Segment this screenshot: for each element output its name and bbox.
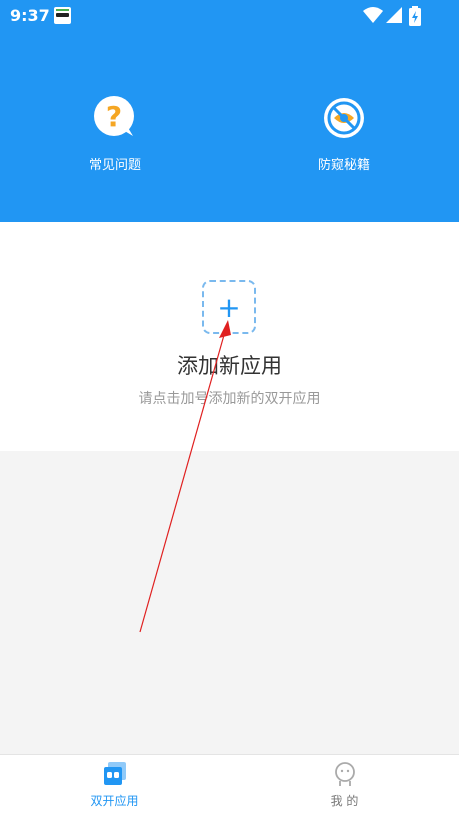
- system-icons: [363, 6, 423, 26]
- faq-label: 常见问题: [88, 158, 141, 173]
- dual-app-icon: [102, 761, 128, 787]
- signal-icon: [386, 7, 402, 23]
- tab-dual-apps-label: 双开应用: [90, 794, 139, 808]
- notification-app-icon: [54, 7, 71, 24]
- status-time: 9:37: [10, 6, 50, 25]
- svg-text:?: ?: [106, 100, 122, 133]
- battery-icon: [409, 6, 421, 26]
- wifi-icon: [363, 7, 383, 23]
- status-bar: 9:37: [0, 0, 459, 32]
- tab-profile[interactable]: 我 的: [230, 755, 459, 817]
- faq-entry[interactable]: ? 常见问题: [55, 96, 175, 173]
- privacy-tips-entry[interactable]: 防窥秘籍: [284, 96, 404, 173]
- header-banner: 9:37 ? 常见问题 防窥秘籍: [0, 0, 459, 222]
- tab-dual-apps[interactable]: 双开应用: [0, 755, 229, 817]
- add-app-title: 添加新应用: [177, 354, 282, 378]
- privacy-tips-label: 防窥秘籍: [317, 158, 370, 173]
- profile-icon: [332, 761, 358, 787]
- add-app-hint: 请点击加号添加新的双开应用: [138, 391, 321, 407]
- plus-icon: +: [217, 290, 241, 324]
- question-icon: ?: [93, 96, 137, 140]
- tab-profile-label: 我 的: [330, 794, 359, 808]
- bottom-tab-bar: 双开应用 我 的: [0, 754, 459, 817]
- add-app-button[interactable]: +: [202, 280, 256, 334]
- no-peek-icon: [322, 96, 366, 140]
- add-app-card: + 添加新应用 请点击加号添加新的双开应用: [0, 222, 459, 451]
